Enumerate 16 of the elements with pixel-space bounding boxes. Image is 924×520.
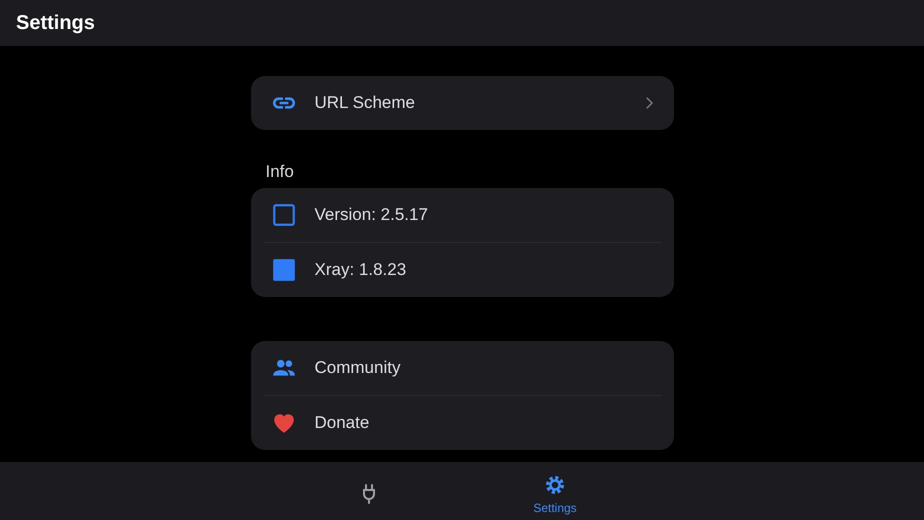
row-label: Xray: 1.8.23 bbox=[314, 260, 408, 280]
settings-row[interactable]: Xray: 1.8.23 bbox=[250, 243, 674, 297]
row-label: Version: 2.5.17 bbox=[314, 205, 429, 225]
row-label: Donate bbox=[314, 413, 370, 433]
settings-row[interactable]: Donate bbox=[250, 396, 674, 450]
settings-row[interactable]: Version: 2.5.17 bbox=[250, 188, 674, 242]
settings-row[interactable]: Community bbox=[250, 341, 674, 395]
row-label: Community bbox=[314, 358, 402, 378]
nav-tab[interactable]: Settings bbox=[522, 462, 588, 520]
row-label: URL Scheme bbox=[314, 93, 416, 113]
square-icon bbox=[270, 257, 296, 283]
square-outline-icon bbox=[270, 202, 296, 228]
settings-row[interactable]: URL Scheme bbox=[250, 76, 674, 130]
section-header: Info bbox=[264, 162, 295, 183]
settings-icon bbox=[543, 473, 567, 497]
app-bar-title: Settings bbox=[16, 12, 95, 34]
